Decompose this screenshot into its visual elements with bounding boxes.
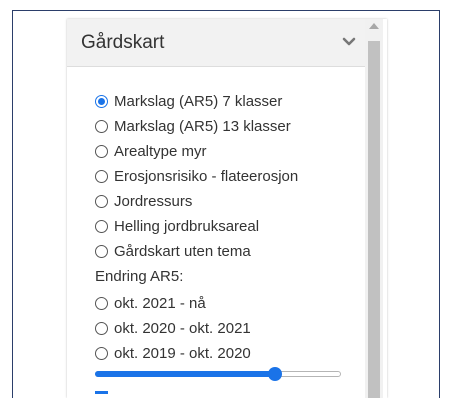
radio-period-2021[interactable] <box>95 296 108 310</box>
radio-erosjonsrisiko[interactable] <box>95 169 108 183</box>
radio-uten-tema[interactable] <box>95 244 108 258</box>
period-option-2019[interactable]: okt. 2019 - okt. 2020 <box>95 343 251 363</box>
layer-option-label: Markslag (AR5) 7 klasser <box>114 92 283 110</box>
period-option-label: okt. 2020 - okt. 2021 <box>114 319 251 337</box>
layer-option-label: Erosjonsrisiko - flateerosjon <box>114 167 299 185</box>
scrollbar-thumb[interactable] <box>368 41 380 398</box>
checkbox-partial[interactable] <box>95 391 108 396</box>
radio-helling[interactable] <box>95 219 108 233</box>
panel-title: Gårdskart <box>81 32 165 53</box>
radio-jordressurs[interactable] <box>95 194 108 208</box>
opacity-slider[interactable] <box>95 367 341 381</box>
layer-option-erosjonsrisiko[interactable]: Erosjonsrisiko - flateerosjon <box>95 166 298 186</box>
panel-header[interactable]: Gårdskart <box>67 19 365 67</box>
period-option-2021[interactable]: okt. 2021 - nå <box>95 293 206 313</box>
layer-option-arealtype-myr[interactable]: Arealtype myr <box>95 141 207 161</box>
layer-option-jordressurs[interactable]: Jordressurs <box>95 191 192 211</box>
period-option-label: okt. 2021 - nå <box>114 294 206 312</box>
slider-fill <box>95 371 275 377</box>
scroll-up-arrow-icon[interactable] <box>369 23 379 29</box>
layer-option-label: Arealtype myr <box>114 142 207 160</box>
slider-thumb[interactable] <box>267 367 282 381</box>
layer-option-label: Jordressurs <box>114 192 193 210</box>
radio-markslag-13[interactable] <box>95 119 108 133</box>
layer-option-markslag-13[interactable]: Markslag (AR5) 13 klasser <box>95 116 291 136</box>
gardskart-panel: Gårdskart Markslag (AR5) 7 klasser Marks… <box>67 19 387 398</box>
layer-option-label: Helling jordbruksareal <box>114 217 260 235</box>
radio-markslag-7[interactable] <box>95 94 108 108</box>
radio-period-2019[interactable] <box>95 346 108 360</box>
period-option-label: okt. 2019 - okt. 2020 <box>114 344 251 362</box>
layer-option-label: Gårdskart uten tema <box>114 242 251 260</box>
scrollbar[interactable] <box>365 19 383 398</box>
chevron-down-icon[interactable] <box>342 37 356 47</box>
radio-arealtype-myr[interactable] <box>95 144 108 158</box>
layer-option-uten-tema[interactable]: Gårdskart uten tema <box>95 241 251 261</box>
layer-option-helling[interactable]: Helling jordbruksareal <box>95 216 259 236</box>
radio-period-2020[interactable] <box>95 321 108 335</box>
layer-option-label: Markslag (AR5) 13 klasser <box>114 117 291 135</box>
change-section-label: Endring AR5: <box>95 268 184 285</box>
period-option-2020[interactable]: okt. 2020 - okt. 2021 <box>95 318 251 338</box>
layer-option-markslag-7[interactable]: Markslag (AR5) 7 klasser <box>95 91 282 111</box>
